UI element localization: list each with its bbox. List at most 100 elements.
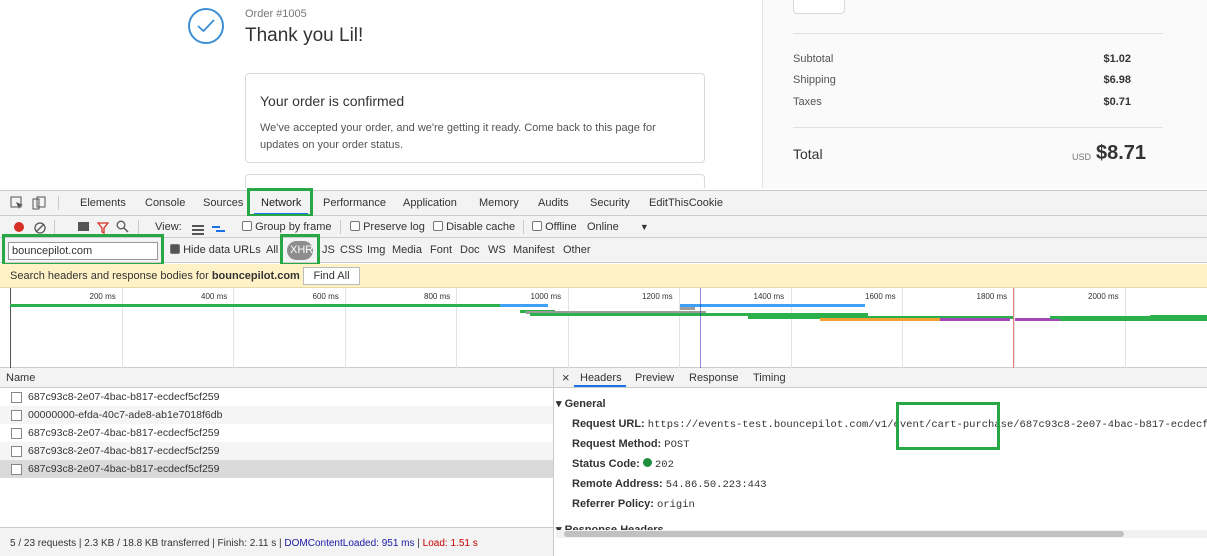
request-method-row: Request Method: POST — [572, 438, 690, 451]
type-img[interactable]: Img — [367, 244, 385, 256]
timeline-event-marker — [1013, 288, 1014, 368]
type-media[interactable]: Media — [392, 244, 422, 256]
timeline-request-bar — [10, 304, 520, 307]
remote-address-label: Remote Address: — [572, 478, 663, 490]
timeline-gridline — [902, 288, 903, 368]
checkbox[interactable] — [532, 221, 542, 231]
name-column-header[interactable]: Name — [0, 368, 553, 388]
request-row[interactable]: 00000000-efda-40c7-ade8-ab1e7018f6db — [0, 406, 553, 424]
find-all-button[interactable]: Find All — [303, 267, 360, 285]
type-manifest[interactable]: Manifest — [513, 244, 555, 256]
checkbox[interactable] — [242, 221, 252, 231]
tab-security[interactable]: Security — [590, 197, 630, 209]
timeline-tick-label: 1600 ms — [865, 292, 896, 301]
checkbox[interactable] — [350, 221, 360, 231]
tab-timing[interactable]: Timing — [753, 372, 786, 384]
dropdown-arrow-icon: ▼ — [639, 222, 649, 232]
devtools-panel: Elements Console Sources Network Perform… — [0, 188, 1207, 556]
disable-cache-label: Disable cache — [446, 221, 516, 233]
tab-memory[interactable]: Memory — [479, 197, 519, 209]
tab-preview[interactable]: Preview — [635, 372, 674, 384]
throttling-value: Online — [587, 221, 619, 233]
record-icon[interactable] — [14, 222, 24, 232]
tab-performance[interactable]: Performance — [323, 197, 386, 209]
tab-editthiscookie[interactable]: EditThisCookie — [649, 197, 723, 209]
timeline-start — [10, 288, 11, 368]
timeline-gridline — [1125, 288, 1126, 368]
referrer-policy-label: Referrer Policy: — [572, 498, 654, 510]
screenshot-icon[interactable] — [78, 222, 89, 231]
device-toolbar-icon[interactable] — [32, 196, 46, 215]
tab-audits[interactable]: Audits — [538, 197, 569, 209]
timeline-request-bar — [680, 307, 695, 310]
timeline-request-bar — [1150, 315, 1207, 318]
timeline-tick-label: 400 ms — [201, 292, 228, 301]
network-overview-timeline: 200 ms 400 ms 600 ms 800 ms 1000 ms 1200 ms 14… — [0, 288, 1207, 368]
request-row[interactable]: 687c93c8-2e07-4bac-b817-ecdecf5cf259 — [0, 424, 553, 442]
next-card — [245, 174, 705, 188]
request-row[interactable]: 687c93c8-2e07-4bac-b817-ecdecf5cf259 — [0, 388, 553, 406]
checkbox-checked[interactable] — [170, 244, 180, 254]
timeline-tick-label: 2000 ms — [1088, 292, 1119, 301]
network-toolbar: View: Group by frame Preserve log Disabl… — [0, 216, 1207, 238]
panel-splitter[interactable] — [553, 368, 554, 556]
separator — [138, 220, 139, 234]
tab-headers[interactable]: Headers — [580, 372, 622, 384]
tab-console[interactable]: Console — [145, 197, 185, 209]
tab-elements[interactable]: Elements — [80, 197, 126, 209]
hide-data-urls-label: Hide data URLs — [183, 244, 261, 256]
view-label: View: — [155, 221, 182, 233]
tab-sources[interactable]: Sources — [203, 197, 243, 209]
checkbox[interactable] — [433, 221, 443, 231]
close-icon[interactable]: × — [562, 370, 570, 385]
type-js[interactable]: JS — [322, 244, 335, 256]
timeline-request-bar — [500, 304, 548, 307]
timeline-tick-label: 1800 ms — [976, 292, 1008, 301]
active-tab-indicator — [574, 385, 626, 387]
request-row-selected[interactable]: 687c93c8-2e07-4bac-b817-ecdecf5cf259 — [0, 460, 553, 478]
timeline-gridline — [121, 288, 123, 368]
request-name: 687c93c8-2e07-4bac-b817-ecdecf5cf259 — [28, 391, 220, 403]
type-ws[interactable]: WS — [488, 244, 506, 256]
highlight-xhr-filter — [280, 234, 320, 266]
request-url-row: Request URL: https://events-test.bouncep… — [572, 418, 1207, 431]
type-all[interactable]: All — [266, 244, 278, 256]
highlight-network-tab — [247, 188, 313, 217]
highlight-filter-input — [2, 234, 164, 266]
timeline-gridline — [344, 288, 346, 368]
timeline-event-marker — [700, 288, 701, 368]
tab-application[interactable]: Application — [403, 197, 457, 209]
file-icon — [11, 410, 22, 421]
order-confirmed-card: Your order is confirmed We've accepted y… — [245, 73, 705, 163]
type-other[interactable]: Other — [563, 244, 591, 256]
disable-cache-option[interactable]: Disable cache — [433, 221, 515, 233]
taxes-label: Taxes — [793, 96, 822, 108]
screen: Order #1005 Thank you Lil! Your order is… — [0, 0, 1207, 556]
request-method-value: POST — [664, 439, 690, 451]
summary-button[interactable] — [793, 0, 845, 14]
filter-bar: Hide data URLs All XHR JS CSS Img Media … — [0, 238, 1207, 263]
file-icon — [11, 392, 22, 403]
hide-data-urls-option[interactable]: Hide data URLs — [170, 244, 261, 256]
offline-option[interactable]: Offline — [532, 221, 577, 233]
timeline-gridline — [567, 288, 569, 368]
group-by-frame-option[interactable]: Group by frame — [242, 221, 331, 233]
timeline-request-bar — [820, 318, 940, 321]
horizontal-scrollbar[interactable] — [556, 530, 1207, 538]
separator-text: | — [417, 538, 420, 549]
remote-address-row: Remote Address: 54.86.50.223:443 — [572, 478, 767, 491]
general-section-toggle[interactable]: ▾ General — [556, 397, 606, 410]
timeline-tick-label: 800 ms — [424, 292, 451, 301]
preserve-log-option[interactable]: Preserve log — [350, 221, 425, 233]
type-doc[interactable]: Doc — [460, 244, 480, 256]
inspect-element-icon[interactable] — [10, 196, 24, 215]
type-css[interactable]: CSS — [340, 244, 363, 256]
preserve-log-label: Preserve log — [363, 221, 425, 233]
tab-response[interactable]: Response — [689, 372, 739, 384]
throttling-select[interactable]: Online ▼ — [587, 221, 649, 233]
file-icon — [11, 464, 22, 475]
request-row[interactable]: 687c93c8-2e07-4bac-b817-ecdecf5cf259 — [0, 442, 553, 460]
timeline-gridline — [679, 288, 680, 368]
scrollbar-thumb[interactable] — [564, 531, 1124, 537]
type-font[interactable]: Font — [430, 244, 452, 256]
